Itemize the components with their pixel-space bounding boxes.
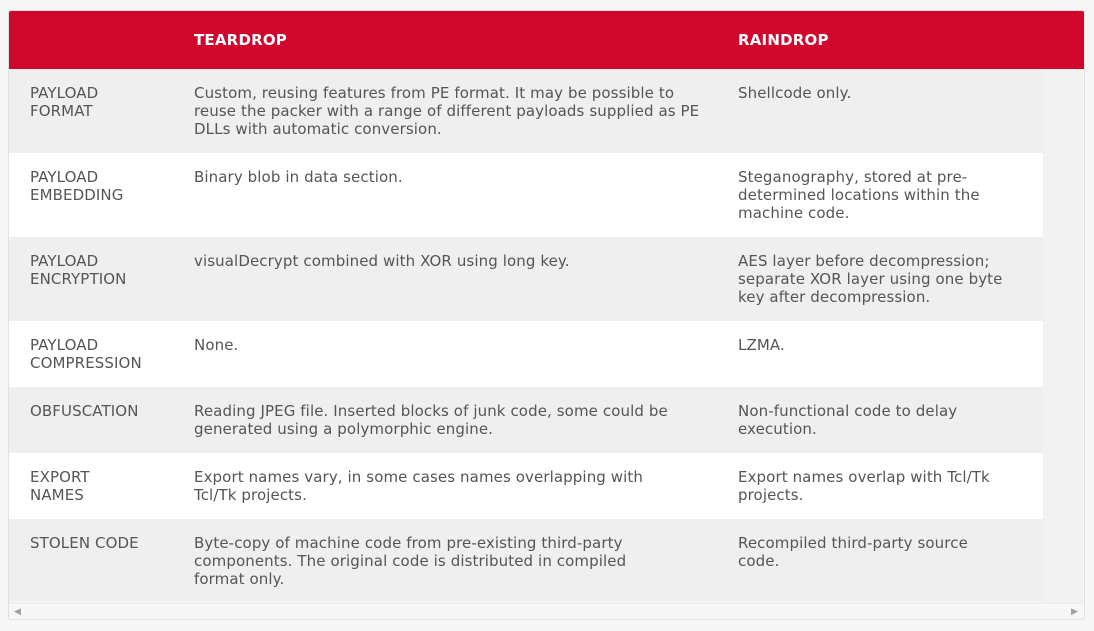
row-raindrop: Export names overlap with Tcl/Tk project… bbox=[738, 468, 990, 504]
row-feature: PAYLOAD COMPRESSION bbox=[30, 336, 142, 372]
row-teardrop: Binary blob in data section. bbox=[194, 168, 403, 186]
row-teardrop: Reading JPEG file. Inserted blocks of ju… bbox=[194, 402, 668, 438]
row-feature: OBFUSCATION bbox=[30, 402, 139, 420]
row-feature: EXPORT NAMES bbox=[30, 468, 90, 504]
table-row: PAYLOAD COMPRESSION None. LZMA. bbox=[9, 321, 1043, 387]
table-row: STOLEN CODE Byte-copy of machine code fr… bbox=[9, 519, 1043, 601]
row-raindrop: Steganography, stored at pre-determined … bbox=[738, 168, 980, 222]
row-raindrop: LZMA. bbox=[738, 336, 785, 354]
row-teardrop: Export names vary, in some cases names o… bbox=[194, 468, 644, 504]
row-feature: STOLEN CODE bbox=[30, 534, 139, 552]
row-feature: PAYLOAD FORMAT bbox=[30, 84, 99, 120]
table-row: PAYLOAD ENCRYPTION visualDecrypt combine… bbox=[9, 237, 1043, 321]
scroll-left-icon[interactable]: ◀ bbox=[14, 607, 21, 617]
row-teardrop: Byte-copy of machine code from pre-exist… bbox=[194, 534, 627, 588]
row-teardrop: visualDecrypt combined with XOR using lo… bbox=[194, 252, 570, 270]
table-row: EXPORT NAMES Export names vary, in some … bbox=[9, 453, 1043, 519]
comparison-table: TEARDROP RAINDROP PAYLOAD FORMAT Custom,… bbox=[8, 10, 1085, 620]
table-row: PAYLOAD EMBEDDING Binary blob in data se… bbox=[9, 153, 1043, 237]
row-raindrop: AES layer before decompression; separate… bbox=[738, 252, 1003, 306]
row-teardrop: None. bbox=[194, 336, 239, 354]
row-raindrop: Recompiled third-party source code. bbox=[738, 534, 968, 570]
row-teardrop: Custom, reusing features from PE format.… bbox=[194, 84, 700, 138]
table-header: TEARDROP RAINDROP bbox=[9, 11, 1084, 69]
table-row: OBFUSCATION Reading JPEG file. Inserted … bbox=[9, 387, 1043, 453]
row-raindrop: Shellcode only. bbox=[738, 84, 852, 102]
horizontal-scrollbar[interactable]: ◀ ▶ bbox=[9, 603, 1084, 619]
row-feature: PAYLOAD ENCRYPTION bbox=[30, 252, 127, 288]
row-feature: PAYLOAD EMBEDDING bbox=[30, 168, 124, 204]
header-teardrop: TEARDROP bbox=[194, 31, 287, 49]
table-body: PAYLOAD FORMAT Custom, reusing features … bbox=[9, 69, 1043, 601]
header-raindrop: RAINDROP bbox=[738, 31, 829, 49]
scroll-right-icon[interactable]: ▶ bbox=[1071, 607, 1078, 617]
table-row: PAYLOAD FORMAT Custom, reusing features … bbox=[9, 69, 1043, 153]
row-raindrop: Non-functional code to delay execution. bbox=[738, 402, 958, 438]
table-overflow-gutter bbox=[1043, 69, 1084, 601]
